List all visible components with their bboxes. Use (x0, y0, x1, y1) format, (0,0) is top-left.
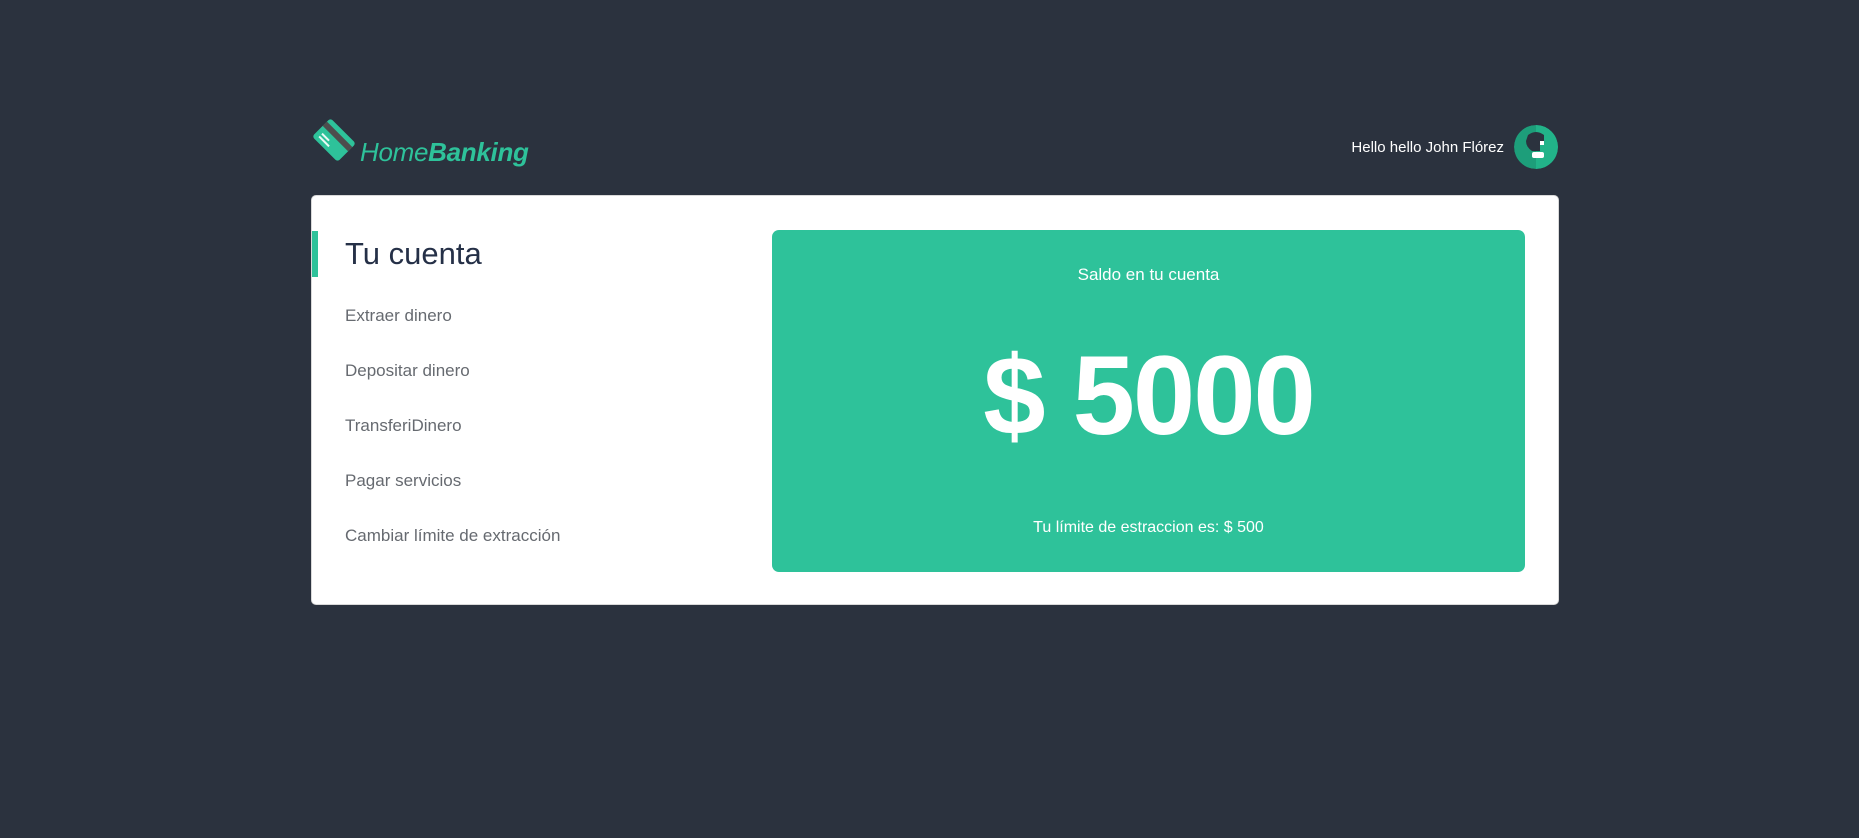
balance-panel: Saldo en tu cuenta $ 5000 Tu límite de e… (772, 230, 1525, 572)
account-menu: Extraer dinero Depositar dinero Transfer… (345, 306, 560, 581)
user-greeting: Hello hello John Flórez (1351, 138, 1504, 156)
user-avatar-icon[interactable] (1514, 125, 1558, 169)
menu-item-depositar-dinero[interactable]: Depositar dinero (345, 361, 560, 416)
brand-name-home: Home (360, 137, 429, 167)
menu-item-cambiar-limite[interactable]: Cambiar límite de extracción (345, 526, 560, 581)
title-accent-bar (312, 231, 318, 277)
balance-amount: $ 5000 (983, 333, 1316, 458)
menu-item-pagar-servicios[interactable]: Pagar servicios (345, 471, 560, 526)
brand-name-banking: Banking (428, 137, 529, 167)
page-title: Tu cuenta (345, 236, 482, 271)
account-card: Tu cuenta Extraer dinero Depositar diner… (311, 195, 1559, 605)
menu-item-extraer-dinero[interactable]: Extraer dinero (345, 306, 560, 361)
section-title: Tu cuenta (312, 231, 482, 277)
brand-name: HomeBanking (360, 137, 529, 168)
user-menu[interactable]: Hello hello John Flórez (1351, 125, 1558, 169)
logo[interactable]: HomeBanking (312, 118, 529, 170)
balance-label: Saldo en tu cuenta (1077, 265, 1220, 284)
credit-card-icon (312, 115, 356, 170)
menu-item-transferir-dinero[interactable]: TransferiDinero (345, 416, 560, 471)
extraction-limit: Tu límite de estraccion es: $ 500 (1033, 519, 1264, 536)
header: HomeBanking Hello hello John Flórez (312, 118, 1558, 178)
